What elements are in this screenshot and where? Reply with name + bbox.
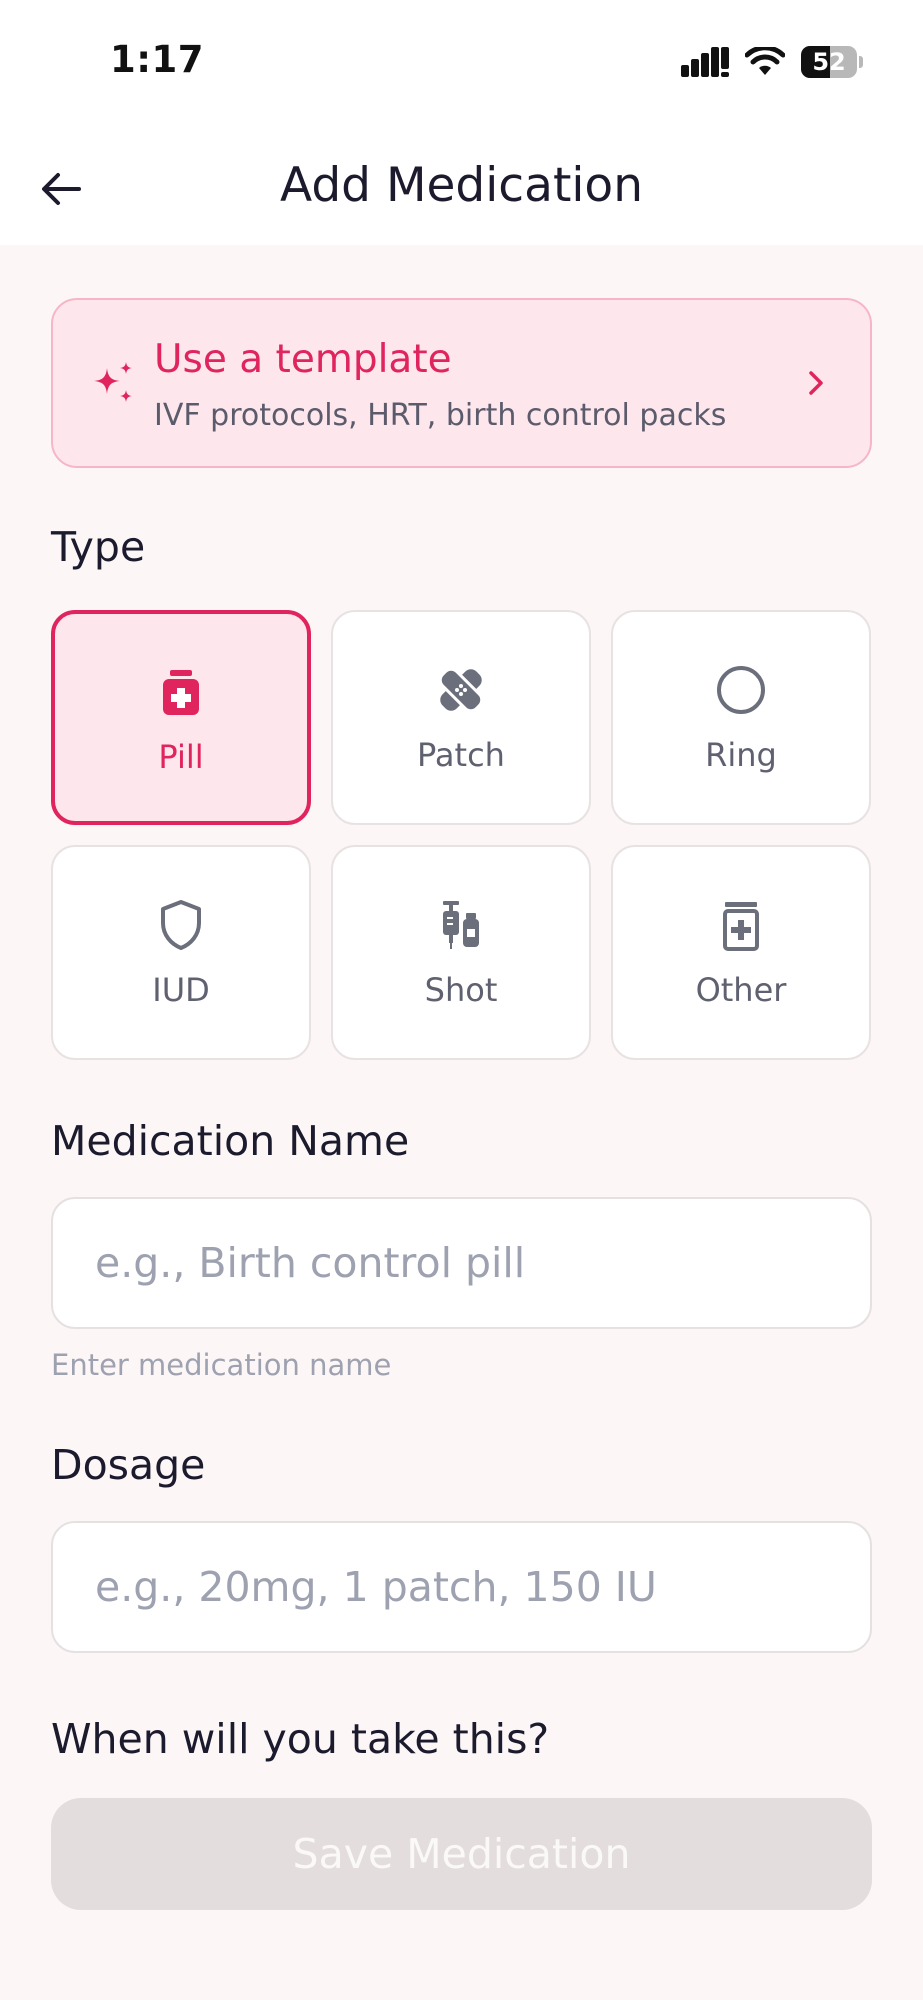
type-option-label: IUD — [152, 971, 210, 1009]
ring-icon — [717, 666, 765, 714]
cellular-signal-icon — [681, 47, 729, 77]
type-label: Type — [51, 523, 146, 571]
medicine-box-icon — [723, 902, 759, 951]
wifi-icon — [745, 47, 785, 75]
battery-level: 52 — [812, 48, 846, 76]
medication-name-helper: Enter medication name — [51, 1348, 392, 1382]
nav-bar: Add Medication — [0, 120, 923, 245]
dosage-label: Dosage — [51, 1441, 206, 1489]
template-title: Use a template — [154, 337, 452, 382]
pill-bottle-icon — [163, 670, 199, 715]
save-medication-button[interactable]: Save Medication — [51, 1798, 872, 1910]
sparkles-icon — [94, 362, 132, 402]
template-subtitle: IVF protocols, HRT, birth control packs — [154, 398, 727, 433]
type-option-iud[interactable]: IUD — [51, 845, 311, 1060]
type-option-other[interactable]: Other — [611, 845, 871, 1060]
type-option-label: Shot — [424, 971, 498, 1009]
syringe-icon — [443, 901, 479, 949]
schedule-label: When will you take this? — [51, 1715, 550, 1763]
medication-name-input[interactable] — [51, 1197, 872, 1329]
dosage-input[interactable] — [51, 1521, 872, 1653]
use-template-card[interactable]: Use a template IVF protocols, HRT, birth… — [51, 298, 872, 468]
status-icons: 52 — [681, 42, 863, 82]
type-option-label: Pill — [158, 738, 204, 776]
status-bar: 1:17 52 — [0, 0, 923, 120]
type-option-shot[interactable]: Shot — [331, 845, 591, 1060]
type-option-label: Ring — [705, 736, 777, 774]
chevron-right-icon — [809, 371, 823, 395]
bandage-icon — [438, 667, 484, 713]
shield-icon — [161, 900, 201, 950]
type-option-label: Patch — [417, 736, 505, 774]
type-option-label: Other — [695, 971, 787, 1009]
type-option-pill[interactable]: Pill — [51, 610, 311, 825]
type-option-patch[interactable]: Patch — [331, 610, 591, 825]
medication-name-label: Medication Name — [51, 1117, 410, 1165]
battery-icon: 52 — [801, 46, 863, 78]
status-time: 1:17 — [110, 38, 205, 81]
type-option-ring[interactable]: Ring — [611, 610, 871, 825]
page-title: Add Medication — [280, 158, 643, 213]
